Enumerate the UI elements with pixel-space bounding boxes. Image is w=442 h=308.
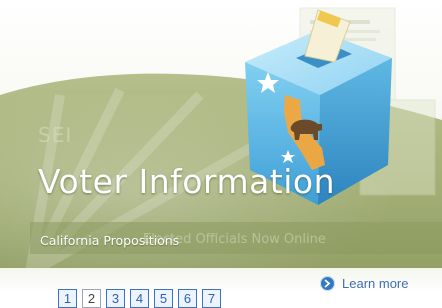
- banner-subtitle: California Propositions: [40, 233, 180, 248]
- voter-info-banner[interactable]: SEI Voter Information Elected Officials …: [0, 0, 442, 273]
- page-button-5[interactable]: 5: [154, 289, 173, 308]
- banner-title: Voter Information: [38, 162, 336, 201]
- page-button-2[interactable]: 2: [82, 289, 101, 308]
- page-button-6[interactable]: 6: [178, 289, 197, 308]
- learn-more-link[interactable]: Learn more: [320, 274, 408, 292]
- page-button-7[interactable]: 7: [202, 289, 221, 308]
- page-button-1[interactable]: 1: [58, 289, 77, 308]
- slide-pager: 1 2 3 4 5 6 7: [58, 289, 221, 308]
- arrow-circle-icon: [320, 275, 335, 291]
- faded-background-text: SEI: [38, 123, 73, 147]
- page-button-4[interactable]: 4: [130, 289, 149, 308]
- learn-more-label: Learn more: [342, 275, 409, 291]
- page-button-3[interactable]: 3: [106, 289, 125, 308]
